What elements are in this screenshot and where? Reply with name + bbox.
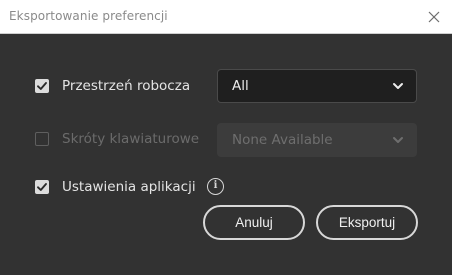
cancel-button[interactable]: Anuluj bbox=[203, 205, 305, 240]
workspace-select-value: All bbox=[232, 78, 249, 94]
export-preferences-dialog: Eksportowanie preferencji Przestrzeń rob… bbox=[0, 0, 452, 275]
close-button[interactable] bbox=[424, 7, 444, 27]
shortcuts-checkbox bbox=[35, 132, 49, 146]
chevron-down-icon bbox=[393, 137, 403, 143]
close-icon bbox=[428, 11, 440, 23]
chevron-down-icon bbox=[393, 83, 403, 89]
checkmark-icon bbox=[37, 183, 47, 191]
info-icon[interactable]: i bbox=[207, 178, 224, 195]
export-button[interactable]: Eksportuj bbox=[316, 205, 418, 240]
shortcuts-label: Skróty klawiaturowe bbox=[62, 131, 200, 147]
option-row-app-settings: Ustawienia aplikacji bbox=[35, 177, 196, 197]
shortcuts-select-value: None Available bbox=[232, 132, 333, 148]
workspace-select[interactable]: All bbox=[217, 69, 417, 103]
option-row-shortcuts: Skróty klawiaturowe bbox=[35, 129, 199, 149]
app-settings-label: Ustawienia aplikacji bbox=[62, 179, 196, 195]
workspace-checkbox[interactable] bbox=[35, 79, 49, 93]
checkmark-icon bbox=[37, 82, 47, 90]
workspace-label: Przestrzeń robocza bbox=[62, 78, 191, 94]
option-row-workspace: Przestrzeń robocza bbox=[35, 76, 190, 96]
titlebar: Eksportowanie preferencji bbox=[0, 0, 452, 34]
dialog-title: Eksportowanie preferencji bbox=[9, 9, 168, 23]
shortcuts-select: None Available bbox=[217, 123, 417, 157]
app-settings-checkbox[interactable] bbox=[35, 180, 49, 194]
